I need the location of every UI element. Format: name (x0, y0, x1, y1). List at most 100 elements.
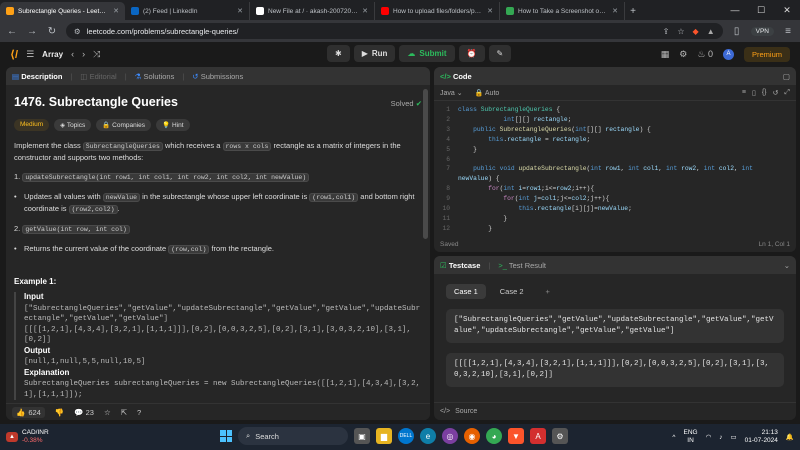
volume-icon[interactable]: ♪ (719, 434, 722, 441)
back-icon[interactable]: ← (6, 26, 18, 37)
run-button[interactable]: ▶ Run (353, 45, 396, 62)
brave-icon[interactable]: ▼ (508, 428, 524, 444)
file-explorer-icon[interactable]: ▆ (376, 428, 392, 444)
collapse-icon[interactable]: ⌄ (784, 261, 790, 270)
testcase-input-ops[interactable]: ["SubrectangleQueries","getValue","updat… (446, 309, 784, 343)
url-input[interactable]: ⚙ leetcode.com/problems/subrectangle-que… (66, 23, 723, 39)
bookmark-code-icon[interactable]: ▯ (752, 89, 756, 97)
taskbar-search[interactable]: ⌕ Search (238, 427, 348, 445)
panel-maximize-icon[interactable]: ▢ (783, 72, 790, 81)
language-indicator[interactable]: ENG IN (683, 429, 697, 445)
debug-button[interactable]: ✱ (327, 45, 350, 62)
comments-button[interactable]: 💬 23 (74, 408, 94, 417)
close-icon[interactable]: ✕ (774, 5, 800, 16)
code-editor[interactable]: 1 class SubrectangleQueries { 2 int[][] r… (434, 101, 796, 238)
braces-icon[interactable]: {} (762, 89, 767, 97)
windows-start-icon[interactable] (220, 430, 232, 442)
add-case-button[interactable]: + (538, 284, 558, 299)
tray-chevron-icon[interactable]: ^ (672, 434, 675, 441)
topics-tag[interactable]: ◈ Topics (54, 119, 92, 131)
help-button[interactable]: ? (137, 408, 141, 417)
browser-tab[interactable]: New File at / · akash-20072004/Leet✕ (250, 2, 375, 20)
settings-app-icon[interactable]: ⚙ (552, 428, 568, 444)
chrome-icon[interactable]: ◕ (486, 428, 502, 444)
premium-button[interactable]: Premium (743, 46, 790, 62)
notes-button[interactable]: ✎ (488, 45, 512, 62)
tab-favicon-icon (131, 7, 139, 15)
tab-editorial[interactable]: ◫ Editorial (80, 72, 116, 81)
shuffle-icon[interactable]: ⤨ (93, 49, 100, 60)
explanation-line-1: SubrectangleQueries subrectangleQueries … (24, 380, 421, 399)
problem-title[interactable]: 1476. Subrectangle Queries (14, 95, 178, 109)
wifi-icon[interactable]: ◠ (706, 433, 712, 441)
browser-tab[interactable]: (2) Feed | LinkedIn ✕ (125, 2, 250, 20)
case-1-tab[interactable]: Case 1 (446, 284, 486, 299)
share-button[interactable]: ⇱ (121, 408, 127, 417)
browser-tab[interactable]: How to Take a Screenshot on a Dell✕ (500, 2, 625, 20)
site-info-icon[interactable]: ⚙ (74, 27, 81, 36)
hint-tag[interactable]: 💡 Hint (156, 119, 190, 131)
tab-test-result[interactable]: >_ Test Result (498, 261, 546, 270)
forward-icon[interactable]: → (26, 26, 38, 37)
tab-testcase[interactable]: ☑ Testcase (440, 261, 480, 270)
tab-close-icon[interactable]: ✕ (612, 7, 618, 15)
media-icon[interactable]: ◎ (442, 428, 458, 444)
case-2-tab[interactable]: Case 2 (492, 284, 532, 299)
edge-icon[interactable]: e (420, 428, 436, 444)
battery-icon[interactable]: ▭ (731, 433, 737, 441)
streak-counter[interactable]: ♨ 0 (697, 49, 713, 60)
menu-icon[interactable]: ≡ (782, 26, 794, 37)
companies-tag[interactable]: 🔒 Companies (96, 119, 152, 131)
notes-icon[interactable]: ≡ (742, 89, 746, 97)
new-tab-button[interactable]: + (625, 2, 641, 20)
maximize-icon[interactable]: ☐ (748, 5, 774, 16)
rewards-icon[interactable]: ▲ (707, 27, 715, 36)
bookmark-icon[interactable]: ☆ (677, 27, 684, 36)
tab-description[interactable]: ▤ Description (12, 72, 62, 81)
browser-tab[interactable]: How to upload files/folders/projects ✕ (375, 2, 500, 20)
notification-icon[interactable]: 🔔 (786, 433, 794, 441)
avatar[interactable]: A (722, 48, 734, 60)
dislike-button[interactable]: 👎 (55, 408, 64, 417)
prev-problem-icon[interactable]: ‹ (71, 49, 74, 59)
problem-list-name[interactable]: Array (42, 50, 63, 59)
like-button[interactable]: 👍 624 (12, 406, 45, 418)
autocomplete-toggle[interactable]: 🔒 Auto (475, 89, 500, 97)
source-label[interactable]: Source (455, 408, 477, 415)
firefox-icon[interactable]: ◉ (464, 428, 480, 444)
settings-icon[interactable]: ⚙ (679, 49, 687, 60)
dell-icon[interactable]: DELL (398, 428, 414, 444)
problem-list-icon[interactable]: ☰ (26, 49, 34, 60)
layout-icon[interactable]: ▦ (661, 49, 670, 60)
minimize-icon[interactable]: — (722, 5, 748, 15)
task-view-icon[interactable]: ▣ (354, 428, 370, 444)
reload-icon[interactable]: ↻ (46, 26, 58, 37)
language-select[interactable]: Java ⌄ (440, 89, 463, 97)
tab-close-icon[interactable]: ✕ (362, 7, 368, 15)
submit-button[interactable]: ☁ Submit (399, 45, 455, 62)
browser-tab[interactable]: Subrectangle Queries - LeetCode ✕ (0, 2, 125, 20)
stock-widget[interactable]: ▲ CAD/INR -0.38% (6, 429, 49, 445)
testcase-input-args[interactable]: [[[[1,2,1],[4,3,4],[3,2,1],[1,1,1]]],[0,… (446, 353, 784, 387)
fullscreen-icon[interactable]: ⤢ (784, 89, 790, 97)
leetcode-logo[interactable]: ⟨/ (10, 48, 18, 61)
comment-icon: 💬 (74, 407, 84, 417)
share-icon[interactable]: ⇪ (663, 27, 670, 36)
description-scrollbar[interactable] (423, 89, 428, 239)
favorite-button[interactable]: ☆ (104, 408, 111, 417)
tab-solutions[interactable]: ⚗ Solutions (135, 72, 175, 81)
clock[interactable]: 21:13 01-07-2024 (745, 429, 778, 445)
tab-close-icon[interactable]: ✕ (487, 7, 493, 15)
tab-close-icon[interactable]: ✕ (113, 7, 119, 15)
reset-icon[interactable]: ↺ (773, 89, 779, 97)
vpn-button[interactable]: VPN (750, 26, 774, 36)
timer-button[interactable]: ⏰ (458, 45, 485, 62)
solved-label: Solved (390, 99, 414, 108)
example-output: [null,1,null,5,5,null,10,5] (24, 358, 146, 366)
acrobat-icon[interactable]: A (530, 428, 546, 444)
tab-close-icon[interactable]: ✕ (237, 7, 243, 15)
next-problem-icon[interactable]: › (82, 49, 85, 59)
brave-shield-icon[interactable]: ◆ (693, 27, 699, 36)
sidebar-icon[interactable]: ▯ (731, 26, 743, 37)
tab-submissions[interactable]: ↺ Submissions (192, 72, 243, 81)
